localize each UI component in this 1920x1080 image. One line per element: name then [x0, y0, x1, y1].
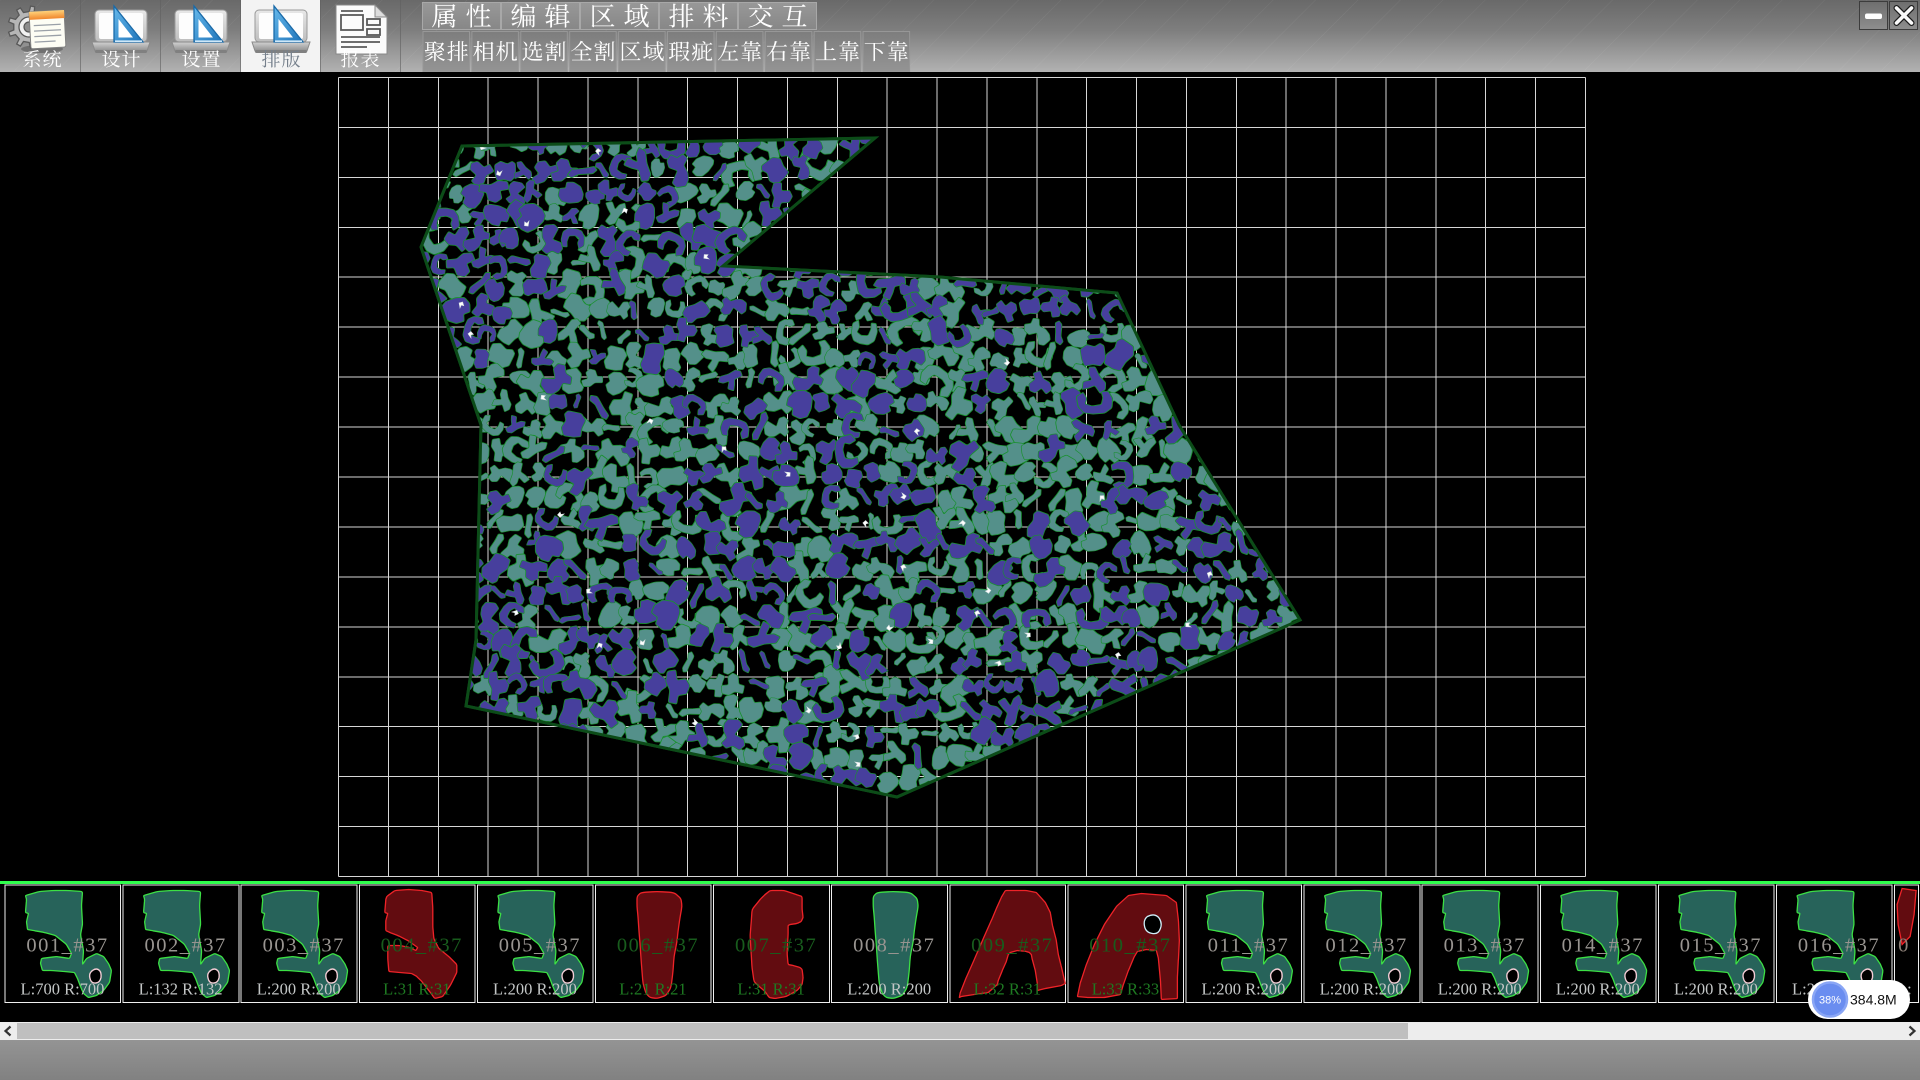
svg-text:001_#37: 001_#37	[26, 935, 108, 957]
svg-text:L:200 R:200: L:200 R:200	[1438, 980, 1522, 999]
svg-text:012_#37: 012_#37	[1325, 935, 1407, 957]
svg-text:L:200 R:200: L:200 R:200	[493, 980, 577, 999]
svg-text:L:31 R:31: L:31 R:31	[737, 980, 804, 999]
svg-text:016_#37: 016_#37	[1798, 935, 1880, 957]
svg-text:L:200 R:200: L:200 R:200	[1320, 980, 1404, 999]
svg-text:006_#37: 006_#37	[617, 935, 699, 957]
svg-text:0: 0	[1898, 935, 1908, 957]
svg-text:015_#37: 015_#37	[1680, 935, 1762, 957]
svg-text:384.8M: 384.8M	[1850, 992, 1897, 1008]
svg-text:L:200 R:200: L:200 R:200	[847, 980, 931, 999]
svg-text:L:132 R:132: L:132 R:132	[139, 980, 223, 999]
svg-text:L:200 R:200: L:200 R:200	[1556, 980, 1640, 999]
svg-text:013_#37: 013_#37	[1444, 935, 1526, 957]
svg-text:003_#37: 003_#37	[263, 935, 345, 957]
svg-text:L:21 R:21: L:21 R:21	[619, 980, 686, 999]
svg-text:L:200 R:200: L:200 R:200	[1202, 980, 1286, 999]
svg-text:L:200 R:200: L:200 R:200	[257, 980, 341, 999]
svg-text:010_#37: 010_#37	[1089, 935, 1171, 957]
svg-text:014_#37: 014_#37	[1562, 935, 1644, 957]
svg-text:004_#37: 004_#37	[381, 935, 463, 957]
svg-text:002_#37: 002_#37	[144, 935, 226, 957]
svg-text:011_#37: 011_#37	[1208, 935, 1290, 957]
svg-text:L:33 R:33: L:33 R:33	[1092, 980, 1159, 999]
svg-text:005_#37: 005_#37	[499, 935, 581, 957]
svg-text:009_#37: 009_#37	[971, 935, 1053, 957]
svg-text:L:31 R:31: L:31 R:31	[383, 980, 450, 999]
svg-text:L:200 R:200: L:200 R:200	[1674, 980, 1758, 999]
svg-text:L:32 R:31: L:32 R:31	[974, 980, 1041, 999]
svg-text:38%: 38%	[1819, 995, 1841, 1007]
svg-text:L:700 R:700: L:700 R:700	[21, 980, 105, 999]
svg-text:008_#37: 008_#37	[853, 935, 935, 957]
svg-text:007_#37: 007_#37	[735, 935, 817, 957]
